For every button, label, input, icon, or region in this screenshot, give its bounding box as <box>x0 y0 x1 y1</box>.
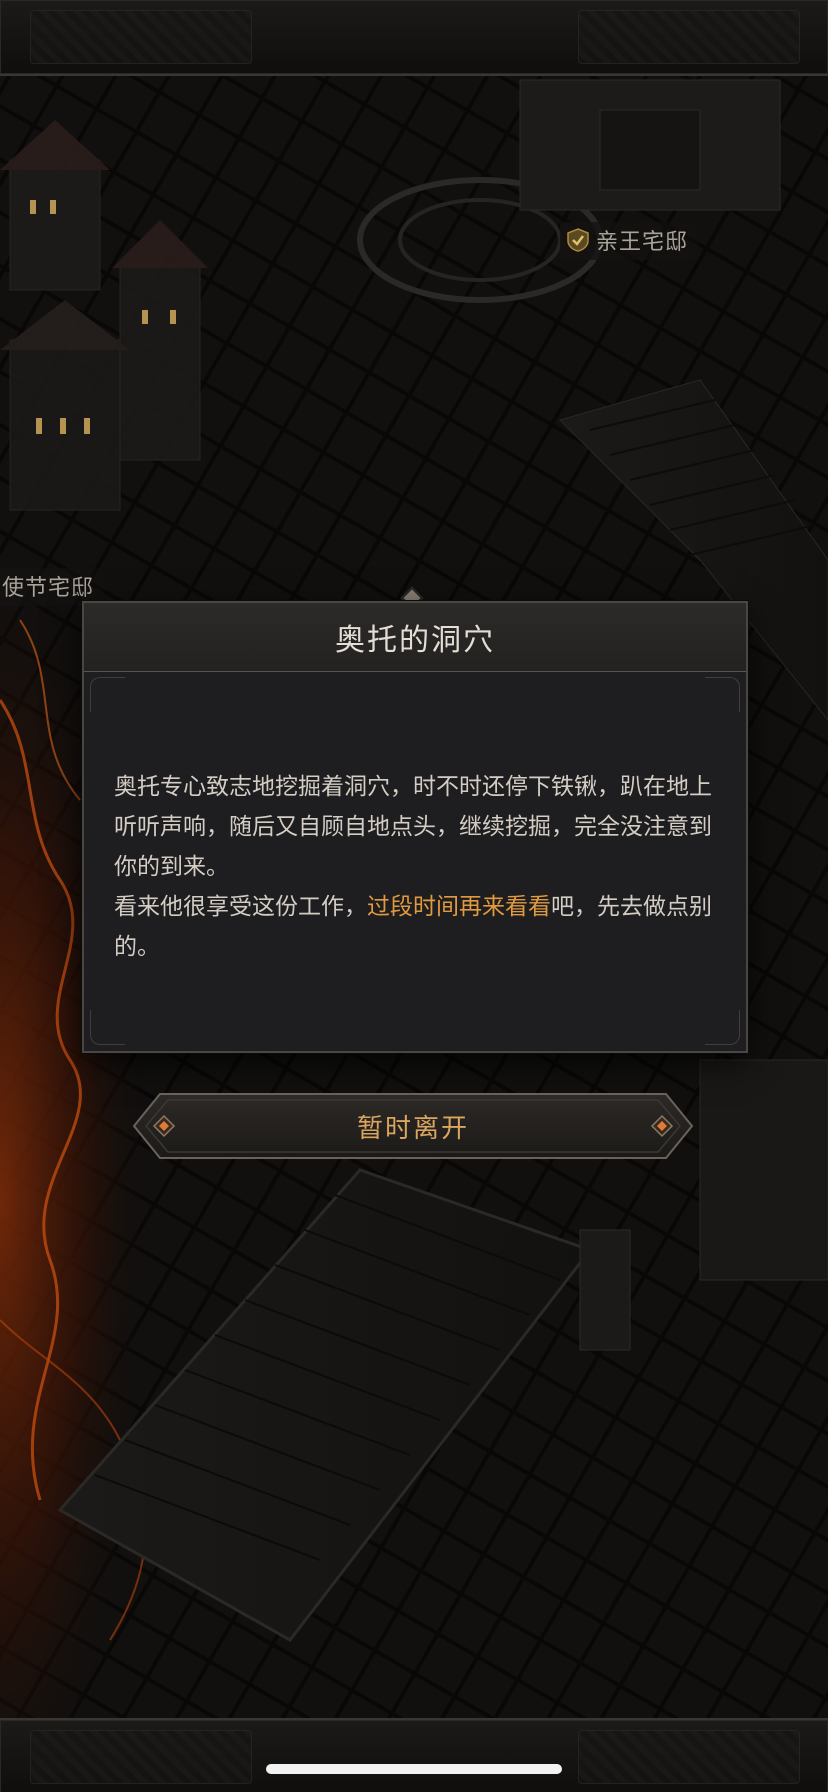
corner-ornament <box>90 1010 125 1045</box>
corner-ornament <box>90 677 125 712</box>
location-prince-residence[interactable]: 亲王宅邸 <box>560 222 699 260</box>
leave-button-label: 暂时离开 <box>356 1113 469 1144</box>
game-screen: 亲王宅邸 使节宅邸 奥托的洞穴 奥托专心致志地挖掘着洞穴，时不时还停下铁锹，趴在… <box>0 0 828 1792</box>
leave-button[interactable]: 暂时离开 <box>130 1090 696 1162</box>
home-indicator[interactable] <box>266 1764 562 1774</box>
frame-ornament <box>30 10 252 64</box>
bottom-frame <box>0 1718 828 1792</box>
frame-ornament <box>30 1730 252 1784</box>
dialog-paragraph: 看来他很享受这份工作，过段时间再来看看吧，先去做点别的。 <box>114 887 720 967</box>
dialog-header: 奥托的洞穴 <box>84 603 746 672</box>
check-icon <box>567 228 589 252</box>
dialog-highlight-text: 过段时间再来看看 <box>367 894 551 920</box>
dialog-title: 奥托的洞穴 <box>335 623 495 658</box>
frame-ornament <box>578 1730 800 1784</box>
corner-ornament <box>705 677 740 712</box>
location-label-text: 亲王宅邸 <box>596 230 689 255</box>
dialog-body: 奥托专心致志地挖掘着洞穴，时不时还停下铁锹，趴在地上听听声响，随后又自顾自地点头… <box>114 767 720 967</box>
dialog-paragraph: 奥托专心致志地挖掘着洞穴，时不时还停下铁锹，趴在地上听听声响，随后又自顾自地点头… <box>114 774 712 880</box>
dialog-text: 看来他很享受这份工作， <box>114 894 367 920</box>
location-label-text: 使节宅邸 <box>2 576 95 601</box>
frame-ornament <box>578 10 800 64</box>
event-dialog: 奥托的洞穴 奥托专心致志地挖掘着洞穴，时不时还停下铁锹，趴在地上听听声响，随后又… <box>82 601 748 1053</box>
corner-ornament <box>705 1010 740 1045</box>
top-frame <box>0 0 828 76</box>
